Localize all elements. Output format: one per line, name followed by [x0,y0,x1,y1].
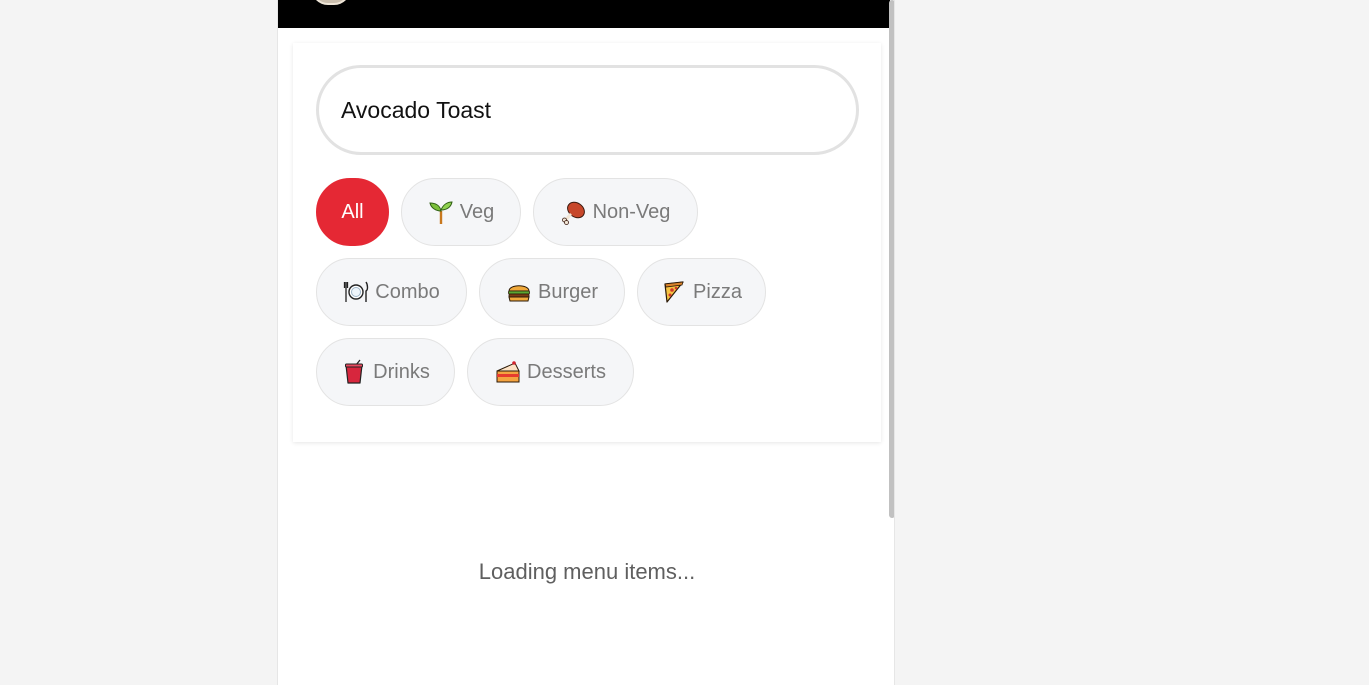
category-label: Drinks [373,360,430,383]
category-label: Combo [375,280,440,303]
burger-icon [506,279,532,305]
search-input[interactable] [316,65,859,155]
pizza-icon [661,279,687,305]
category-label: Non-Veg [592,200,671,223]
top-bar [278,0,890,28]
category-label: Burger [537,280,599,303]
category-chip-pizza[interactable]: Pizza [637,258,766,326]
category-chip-drinks[interactable]: Drinks [316,338,455,406]
category-label: Desserts [527,360,606,383]
scrollbar[interactable] [889,0,894,518]
category-label: Pizza [693,280,742,303]
meat-on-bone-icon [561,199,587,225]
drink-cup-icon [341,359,367,385]
category-chip-desserts[interactable]: Desserts [467,338,634,406]
restaurant-logo[interactable] [311,0,351,5]
category-chip-non-veg[interactable]: Non-Veg [533,178,698,246]
loading-message: Loading menu items... [478,559,696,584]
cake-icon [495,359,521,385]
sprout-icon [428,199,454,225]
category-label: All [341,200,364,223]
category-chip-burger[interactable]: Burger [479,258,625,326]
category-label: Veg [459,200,495,223]
menu-app: All Veg Non-Veg [277,0,895,685]
plate-cutlery-icon [343,279,369,305]
category-chip-combo[interactable]: Combo [316,258,467,326]
category-chip-all[interactable]: All [316,178,389,246]
filter-panel: All Veg Non-Veg [293,43,881,442]
category-chip-veg[interactable]: Veg [401,178,521,246]
